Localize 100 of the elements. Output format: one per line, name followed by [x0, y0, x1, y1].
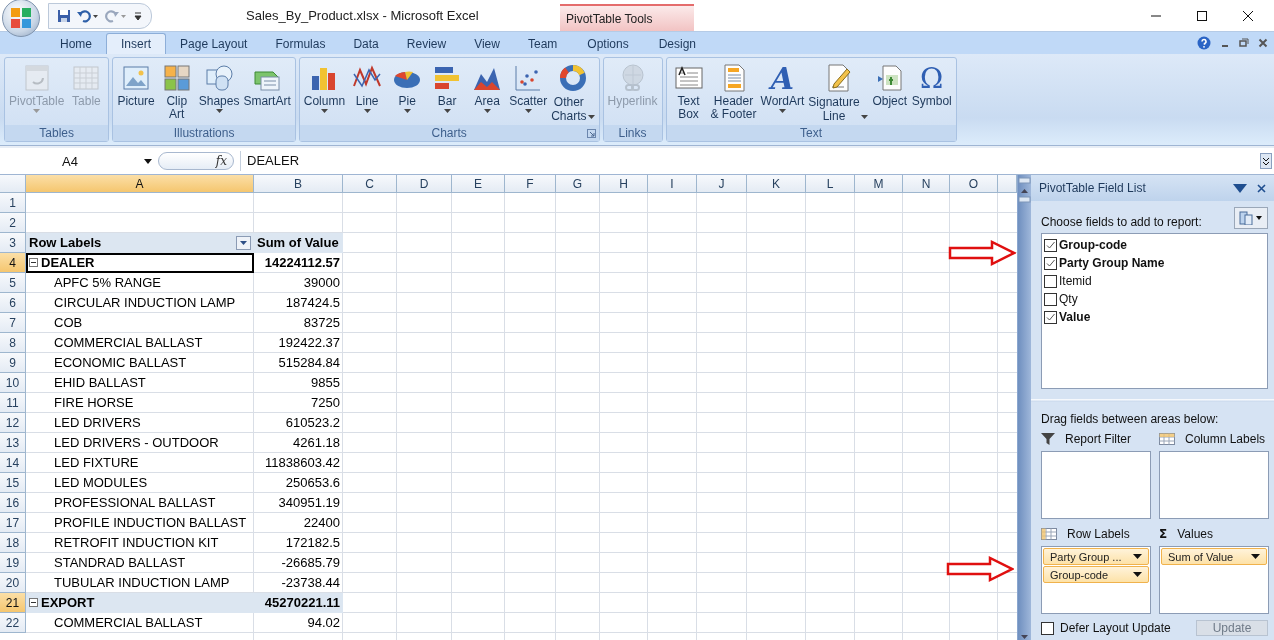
ribbon-tab[interactable]: Home [46, 33, 106, 54]
restore-icon[interactable] [1239, 38, 1249, 48]
ribbon-command[interactable]: SmartArt [242, 60, 292, 125]
checkbox-label[interactable]: Defer Layout Update [1060, 621, 1171, 635]
active-cell[interactable]: DEALER [26, 253, 254, 273]
field-chip[interactable]: Sum of Value [1161, 548, 1267, 565]
ribbon-command[interactable]: Pie [388, 60, 427, 125]
ribbon-tab[interactable]: Review [392, 33, 461, 54]
column-header[interactable]: H [600, 175, 648, 193]
help-icon[interactable] [1197, 36, 1211, 50]
ribbon-command[interactable]: Scatter [508, 60, 549, 125]
group-row-cell[interactable]: EXPORT [26, 593, 254, 613]
collapse-icon[interactable] [29, 598, 38, 607]
row-header[interactable]: 5 [0, 273, 26, 293]
drop-area[interactable]: Party Group ... Group-code [1041, 546, 1151, 614]
ribbon-tab[interactable]: Options [573, 33, 643, 54]
field-chip[interactable]: Group-code [1043, 566, 1149, 583]
office-button[interactable] [2, 0, 40, 37]
row-header[interactable]: 13 [0, 433, 26, 453]
row-header[interactable]: 18 [0, 533, 26, 553]
row-header[interactable]: 7 [0, 313, 26, 333]
close-icon[interactable] [1257, 183, 1266, 193]
row-header[interactable]: 1 [0, 193, 26, 213]
row-header[interactable]: 20 [0, 573, 26, 593]
ribbon-command[interactable]: Object [870, 60, 909, 125]
row-header[interactable]: 6 [0, 293, 26, 313]
row-header[interactable]: 12 [0, 413, 26, 433]
ribbon-command[interactable]: Signature Line [807, 60, 869, 125]
pane-options-icon[interactable] [1233, 183, 1247, 193]
column-header[interactable]: G [556, 175, 600, 193]
caret-icon[interactable] [144, 158, 152, 164]
insert-function-button[interactable]: fx [215, 154, 227, 168]
field-chip[interactable]: Party Group ... [1043, 548, 1149, 565]
ribbon-command[interactable]: Column [302, 60, 347, 125]
row-header[interactable]: 19 [0, 553, 26, 573]
scroll-thumb[interactable] [1018, 196, 1031, 203]
undo-icon[interactable] [77, 8, 99, 23]
ribbon-command[interactable]: Bar [428, 60, 467, 125]
row-header[interactable]: 2 [0, 213, 26, 233]
checkbox[interactable] [1044, 256, 1057, 270]
row-header[interactable]: 16 [0, 493, 26, 513]
ribbon-tab[interactable]: Design [644, 33, 710, 54]
vertical-scrollbar[interactable] [1017, 175, 1031, 640]
drop-area[interactable] [1041, 451, 1151, 519]
ribbon-command[interactable]: Shapes [197, 60, 241, 125]
ribbon-command[interactable]: Header & Footer [709, 60, 758, 125]
close-icon[interactable] [1242, 9, 1254, 22]
column-header[interactable]: M [855, 175, 903, 193]
save-icon[interactable] [57, 8, 71, 23]
ribbon-tab[interactable]: View [460, 33, 514, 54]
row-header[interactable]: 10 [0, 373, 26, 393]
ribbon-command[interactable]: A WordArt [759, 60, 806, 125]
ribbon-command[interactable]: Clip Art [157, 60, 196, 125]
expand-icon[interactable] [1260, 153, 1272, 169]
split-handle[interactable] [1018, 177, 1031, 184]
column-header[interactable]: N [903, 175, 950, 193]
checkbox[interactable] [1044, 292, 1057, 306]
field-label[interactable]: Qty [1059, 292, 1078, 306]
row-header[interactable]: 21 [0, 593, 26, 613]
column-header[interactable]: D [397, 175, 452, 193]
column-header[interactable]: F [505, 175, 556, 193]
ribbon-tab[interactable]: Page Layout [166, 33, 262, 54]
row-header[interactable]: 4 [0, 253, 26, 273]
ribbon-tab[interactable]: Data [339, 33, 393, 54]
row-header[interactable]: 9 [0, 353, 26, 373]
name-box[interactable]: A4 [0, 152, 158, 170]
column-header[interactable]: A [26, 175, 254, 193]
row-header[interactable]: 15 [0, 473, 26, 493]
ribbon-tab[interactable]: Team [513, 33, 572, 54]
field-label[interactable]: Itemid [1059, 274, 1092, 288]
ribbon-command[interactable]: Line [348, 60, 387, 125]
field-label[interactable]: Party Group Name [1059, 256, 1165, 270]
row-header[interactable]: 11 [0, 393, 26, 413]
drop-area[interactable]: Sum of Value [1159, 546, 1269, 614]
row-header[interactable]: 22 [0, 613, 26, 633]
ribbon-tab[interactable]: Formulas [261, 33, 340, 54]
dialog-launcher-icon[interactable] [586, 129, 596, 138]
column-header[interactable]: B [254, 175, 343, 193]
collapse-icon[interactable] [29, 258, 38, 267]
column-header[interactable]: O [950, 175, 998, 193]
checkbox[interactable] [1044, 310, 1057, 324]
scroll-up-icon[interactable] [1018, 186, 1031, 194]
maximize-icon[interactable] [1196, 9, 1208, 22]
ribbon-command[interactable]: Picture [116, 60, 156, 125]
ribbon-command[interactable]: Other Charts [550, 60, 596, 125]
row-header[interactable]: 8 [0, 333, 26, 353]
field-label[interactable]: Value [1059, 310, 1091, 324]
column-header[interactable]: E [452, 175, 505, 193]
checkbox[interactable] [1044, 238, 1057, 252]
column-header[interactable]: I [648, 175, 697, 193]
column-header[interactable]: K [747, 175, 806, 193]
checkbox[interactable] [1044, 274, 1057, 288]
row-header[interactable]: 3 [0, 233, 26, 253]
drop-area[interactable] [1159, 451, 1269, 519]
ribbon-tab[interactable]: Insert [106, 33, 167, 54]
field-label[interactable]: Group-code [1059, 238, 1127, 252]
column-header[interactable]: C [343, 175, 397, 193]
filter-dropdown-icon[interactable] [236, 235, 251, 250]
column-header[interactable]: J [697, 175, 747, 193]
scroll-down-icon[interactable] [1018, 633, 1031, 640]
